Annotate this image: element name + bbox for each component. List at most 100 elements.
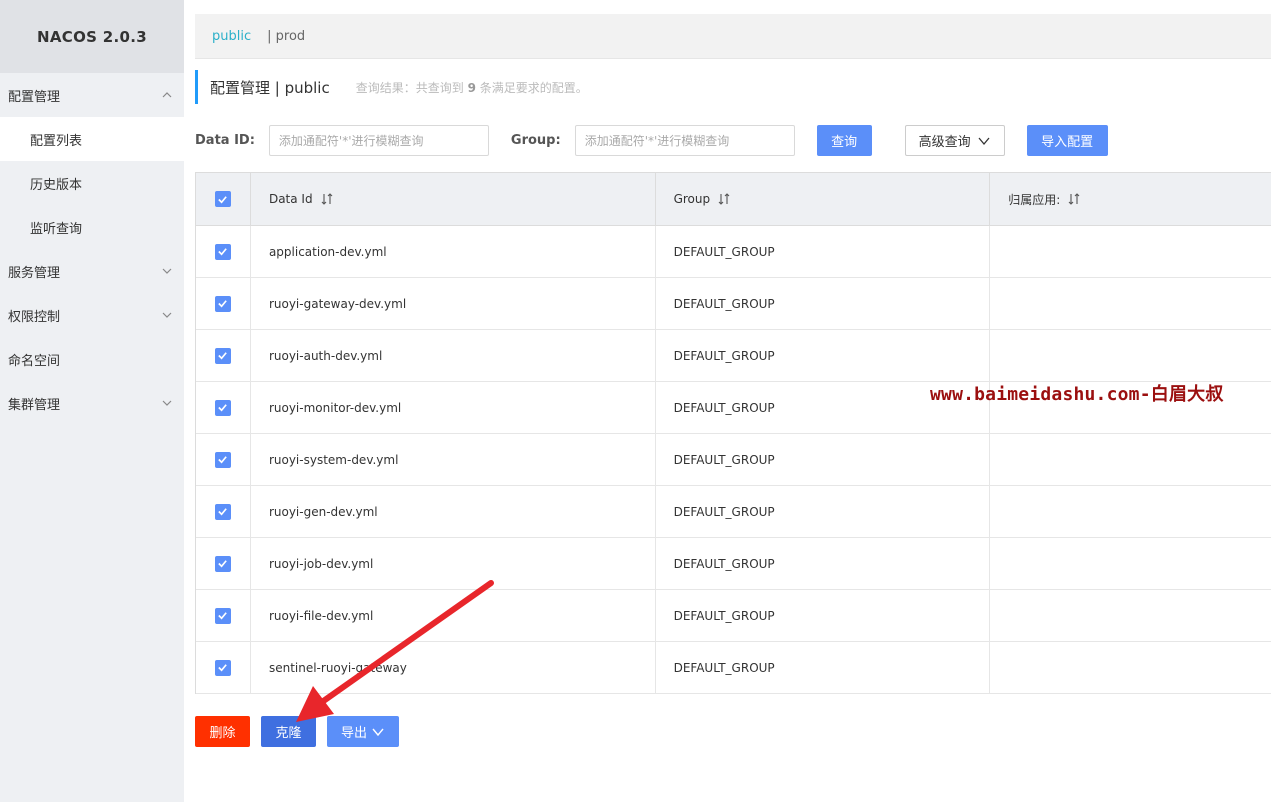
table-body: application-dev.yml DEFAULT_GROUP ruoyi-ga… (196, 226, 1271, 694)
export-label: 导出 (340, 726, 367, 741)
delete-button[interactable]: 删除 (195, 716, 250, 747)
row-dataid: ruoyi-file-dev.yml (251, 590, 656, 641)
check-icon (218, 248, 228, 256)
row-dataid: ruoyi-job-dev.yml (251, 538, 656, 589)
watermark-text: www.baimeidashu.com-白眉大叔 (930, 384, 1224, 405)
row-checkbox[interactable] (214, 295, 231, 312)
row-app (990, 330, 1271, 381)
row-checkbox[interactable] (214, 347, 231, 364)
bulk-actions: 删除 克隆 导出 (195, 716, 399, 747)
namespace-bar: public | prod (195, 14, 1271, 59)
brand-logo: NACOS 2.0.3 (0, 0, 184, 73)
dataid-search-input[interactable] (268, 125, 489, 156)
row-checkbox[interactable] (214, 503, 231, 520)
row-app (990, 278, 1271, 329)
config-table: Data Id Group 归属应用: application-dev.yml D… (195, 172, 1271, 694)
column-header-group[interactable]: Group (656, 173, 991, 225)
query-result-summary: 查询结果：共查询到 9 条满足要求的配置。 (356, 79, 588, 96)
chevron-up-icon (162, 92, 172, 98)
table-row: ruoyi-gateway-dev.yml DEFAULT_GROUP (196, 278, 1271, 330)
row-app (990, 434, 1271, 485)
row-app (990, 226, 1271, 277)
row-app (990, 642, 1271, 693)
result-count: 9 (467, 80, 476, 95)
check-icon (218, 352, 228, 360)
row-checkbox[interactable] (214, 243, 231, 260)
nav-service-management[interactable]: 服务管理 (0, 249, 184, 293)
nav-listener-query[interactable]: 监听查询 (0, 205, 184, 249)
check-icon (218, 560, 228, 568)
nav-config-list[interactable]: 配置列表 (0, 117, 184, 161)
row-dataid: ruoyi-gateway-dev.yml (251, 278, 656, 329)
chevron-down-icon (162, 268, 172, 274)
row-group: DEFAULT_GROUP (656, 538, 991, 589)
nav-config-list-label: 配置列表 (30, 133, 83, 149)
row-group: DEFAULT_GROUP (656, 486, 991, 537)
group-search-input[interactable] (574, 125, 795, 156)
column-header-dataid[interactable]: Data Id (251, 173, 656, 225)
nav-namespace-label: 命名空间 (8, 353, 61, 369)
row-group: DEFAULT_GROUP (656, 226, 991, 277)
row-group: DEFAULT_GROUP (656, 330, 991, 381)
row-checkbox[interactable] (214, 555, 231, 572)
sidebar: NACOS 2.0.3 配置管理 配置列表 历史版本 监听查询 服务管理 权限控… (0, 0, 184, 802)
row-dataid: ruoyi-monitor-dev.yml (251, 382, 656, 433)
sort-icon[interactable] (321, 192, 333, 206)
row-group: DEFAULT_GROUP (656, 278, 991, 329)
title-accent-bar (195, 70, 198, 104)
nav-config-management[interactable]: 配置管理 (0, 73, 184, 117)
clone-button[interactable]: 克隆 (261, 716, 316, 747)
row-dataid: ruoyi-system-dev.yml (251, 434, 656, 485)
row-group: DEFAULT_GROUP (656, 590, 991, 641)
nav-namespace[interactable]: 命名空间 (0, 337, 184, 381)
table-row: application-dev.yml DEFAULT_GROUP (196, 226, 1271, 278)
table-header: Data Id Group 归属应用: (196, 173, 1271, 226)
search-bar: Data ID: Group: 查询 高级查询 导入配置 (195, 125, 1108, 156)
query-button[interactable]: 查询 (816, 125, 872, 156)
column-header-app[interactable]: 归属应用: (990, 173, 1271, 225)
select-all-checkbox[interactable] (214, 191, 231, 207)
nav-listener-query-label: 监听查询 (30, 221, 83, 237)
check-icon (218, 195, 228, 203)
namespace-public-link[interactable]: public (212, 29, 251, 44)
nav-permission-control[interactable]: 权限控制 (0, 293, 184, 337)
nav-history-version[interactable]: 历史版本 (0, 161, 184, 205)
sort-icon[interactable] (718, 192, 730, 206)
row-checkbox[interactable] (214, 659, 231, 676)
table-row: ruoyi-system-dev.yml DEFAULT_GROUP (196, 434, 1271, 486)
table-row: ruoyi-job-dev.yml DEFAULT_GROUP (196, 538, 1271, 590)
row-app (990, 538, 1271, 589)
row-group: DEFAULT_GROUP (656, 642, 991, 693)
table-row: ruoyi-gen-dev.yml DEFAULT_GROUP (196, 486, 1271, 538)
check-icon (218, 508, 228, 516)
sort-icon[interactable] (1068, 192, 1080, 206)
row-dataid: sentinel-ruoyi-gateway (251, 642, 656, 693)
import-config-button[interactable]: 导入配置 (1026, 125, 1108, 156)
row-app (990, 590, 1271, 641)
export-button[interactable]: 导出 (327, 716, 399, 747)
nav-service-management-label: 服务管理 (8, 265, 61, 281)
chevron-down-icon (372, 728, 384, 736)
row-app (990, 486, 1271, 537)
chevron-down-icon (162, 312, 172, 318)
chevron-down-icon (978, 137, 990, 145)
advanced-query-button[interactable]: 高级查询 (904, 125, 1005, 156)
row-checkbox[interactable] (214, 399, 231, 416)
check-icon (218, 456, 228, 464)
row-dataid: ruoyi-gen-dev.yml (251, 486, 656, 537)
table-row: sentinel-ruoyi-gateway DEFAULT_GROUP (196, 642, 1271, 694)
advanced-query-label: 高级查询 (918, 135, 971, 150)
result-prefix: 查询结果：共查询到 (355, 80, 464, 95)
chevron-down-icon (162, 400, 172, 406)
page-header: 配置管理 | public 查询结果：共查询到 9 条满足要求的配置。 (195, 70, 588, 104)
check-icon (218, 612, 228, 620)
nav-cluster-management-label: 集群管理 (8, 397, 61, 413)
row-dataid: application-dev.yml (251, 226, 656, 277)
namespace-prod-link[interactable]: | prod (267, 29, 305, 44)
dataid-label: Data ID: (195, 133, 255, 148)
row-checkbox[interactable] (214, 451, 231, 468)
row-group: DEFAULT_GROUP (656, 434, 991, 485)
check-icon (218, 664, 228, 672)
nav-cluster-management[interactable]: 集群管理 (0, 381, 184, 425)
row-checkbox[interactable] (214, 607, 231, 624)
